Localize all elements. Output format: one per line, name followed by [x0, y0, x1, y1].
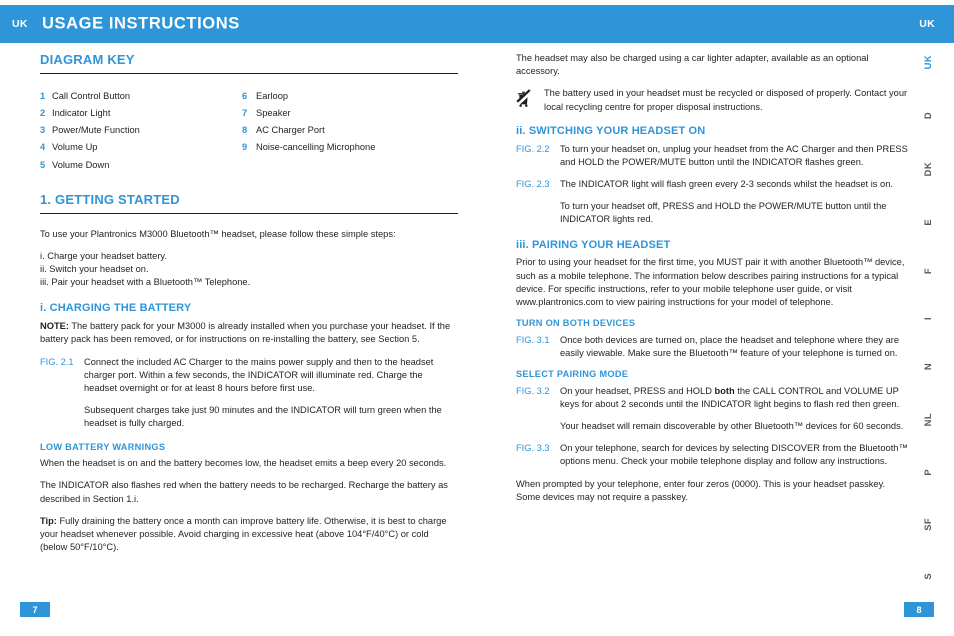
note-text: The battery pack for your M3000 is alrea… [40, 321, 451, 345]
fig-2-2-tag: FIG. 2.2 [516, 143, 550, 154]
fig-3-2-tag: FIG. 3.2 [516, 385, 550, 396]
turn-on-both-devices-heading: TURN ON BOTH DEVICES [516, 318, 636, 329]
key-number: 8 [242, 125, 248, 136]
language-tab-n[interactable]: N [922, 363, 933, 370]
fig-3-1-tag: FIG. 3.1 [516, 334, 550, 345]
low-battery-paragraph-2: The INDICATOR also flashes red when the … [40, 480, 448, 504]
getting-started-step-3: iii. Pair your headset with a Bluetooth™… [40, 277, 251, 288]
left-page-column: DIAGRAM KEY 1 Call Control Button 6 Earl… [40, 52, 458, 563]
page-number-left: 7 [20, 602, 50, 617]
right-page-column: The headset may also be charged using a … [516, 52, 912, 513]
language-tab-i[interactable]: I [922, 317, 933, 320]
tip-label: Tip: [40, 515, 57, 526]
getting-started-intro: To use your Plantronics M3000 Bluetooth™… [40, 228, 396, 239]
recycling-note-text: The battery used in your headset must be… [544, 88, 908, 112]
fig-3-1-text: Once both devices are turned on, place t… [560, 334, 900, 358]
fig-2-1-tag: FIG. 2.1 [40, 356, 74, 367]
language-tab-nl[interactable]: NL [922, 413, 933, 426]
fig-2-1-continuation: Subsequent charges take just 90 minutes … [84, 405, 442, 429]
pairing-heading: iii. PAIRING YOUR HEADSET [516, 238, 671, 251]
fig-2-3-tag: FIG. 2.3 [516, 178, 550, 189]
page-number-right: 8 [904, 602, 934, 617]
key-number: 3 [40, 125, 46, 136]
fig-3-3-tag: FIG. 3.3 [516, 443, 550, 454]
key-label: Earloop [256, 90, 289, 101]
language-tab-uk[interactable]: UK [922, 55, 933, 69]
key-number: 6 [242, 90, 248, 101]
key-label: Power/Mute Function [52, 125, 140, 136]
recycling-note: The battery used in your headset must be… [516, 87, 912, 113]
key-label: Speaker [256, 107, 291, 118]
pairing-intro: Prior to using your headset for the firs… [516, 257, 905, 307]
key-label: Call Control Button [52, 90, 131, 101]
fig-3-2-continuation: Your headset will remain discoverable by… [560, 420, 904, 431]
key-number: 9 [242, 142, 248, 153]
key-label: Volume Up [52, 142, 98, 153]
getting-started-step-1: i. Charge your headset battery. [40, 250, 167, 261]
header-language-label-left: UK [12, 18, 28, 30]
note-label: NOTE: [40, 321, 69, 332]
fig-3-2-row: FIG. 3.2 On your headset, PRESS and HOLD… [516, 385, 912, 411]
passkey-note: When prompted by your telephone, enter f… [516, 478, 886, 502]
language-tab-s[interactable]: S [922, 573, 933, 580]
diagram-key-list: 1 Call Control Button 6 Earloop 2 Indica… [40, 88, 458, 174]
fig-3-2-text-part-a: On your headset, PRESS and HOLD [560, 385, 715, 396]
fig-3-1-row: FIG. 3.1 Once both devices are turned on… [516, 334, 912, 360]
language-tab-f[interactable]: F [922, 268, 933, 274]
car-adapter-note: The headset may also be charged using a … [516, 53, 869, 77]
fig-3-3-text: On your telephone, search for devices by… [560, 443, 908, 467]
fig-2-3-continuation: To turn your headset off, PRESS and HOLD… [560, 201, 887, 225]
getting-started-heading: 1. GETTING STARTED [40, 192, 180, 208]
key-label: Volume Down [52, 159, 110, 170]
key-label: Noise-cancelling Microphone [256, 142, 376, 153]
charging-battery-heading: i. CHARGING THE BATTERY [40, 302, 192, 315]
manual-page-spread: UK USAGE INSTRUCTIONS UK DIAGRAM KEY 1 C… [0, 0, 954, 636]
language-tab-e[interactable]: E [922, 219, 933, 226]
language-tab-dk[interactable]: DK [922, 162, 933, 176]
fig-3-2-text: On your headset, PRESS and HOLD both the… [560, 385, 912, 411]
key-number: 5 [40, 159, 46, 170]
diagram-key-heading: DIAGRAM KEY [40, 52, 135, 67]
fig-2-3-text: The INDICATOR light will flash green eve… [560, 178, 893, 189]
fig-3-3-row: FIG. 3.3 On your telephone, search for d… [516, 442, 912, 468]
fig-3-2-emphasis: both [714, 385, 735, 396]
diagram-key-rule [40, 72, 458, 74]
language-tab-rail: UK D DK E F I N NL P SF S [918, 55, 938, 580]
fig-2-1-text: Connect the included AC Charger to the m… [84, 356, 434, 394]
battery-tip: Tip: Fully draining the battery once a m… [40, 515, 458, 555]
fig-2-2-text: To turn your headset on, unplug your hea… [560, 143, 908, 167]
language-tab-sf[interactable]: SF [922, 518, 933, 531]
key-number: 2 [40, 107, 46, 118]
tip-text: Fully draining the battery once a month … [40, 515, 447, 553]
key-number: 1 [40, 90, 46, 101]
key-number: 4 [40, 142, 46, 153]
key-number: 7 [242, 107, 248, 118]
getting-started-step-2: ii. Switch your headset on. [40, 264, 149, 275]
language-tab-d[interactable]: D [922, 112, 933, 119]
charging-battery-note: NOTE: The battery pack for your M3000 is… [40, 320, 458, 346]
key-label: AC Charger Port [256, 125, 325, 136]
language-tab-p[interactable]: P [922, 469, 933, 476]
low-battery-paragraph-1: When the headset is on and the battery b… [40, 458, 447, 469]
page-title: USAGE INSTRUCTIONS [42, 14, 240, 33]
header-language-label-right: UK [919, 18, 935, 30]
fig-2-2-row: FIG. 2.2 To turn your headset on, unplug… [516, 143, 912, 169]
getting-started-rule [40, 212, 458, 214]
switching-on-heading: ii. SWITCHING YOUR HEADSET ON [516, 124, 706, 137]
fig-2-1-row: FIG. 2.1 Connect the included AC Charger… [40, 356, 458, 396]
low-battery-warnings-heading: LOW BATTERY WARNINGS [40, 441, 166, 452]
select-pairing-mode-heading: SELECT PAIRING MODE [516, 369, 629, 380]
key-label: Indicator Light [52, 107, 111, 118]
crossed-out-wheelie-bin-icon [516, 87, 544, 113]
page-header-bar: UK USAGE INSTRUCTIONS UK [0, 5, 954, 43]
fig-2-3-row: FIG. 2.3 The INDICATOR light will flash … [516, 178, 912, 191]
